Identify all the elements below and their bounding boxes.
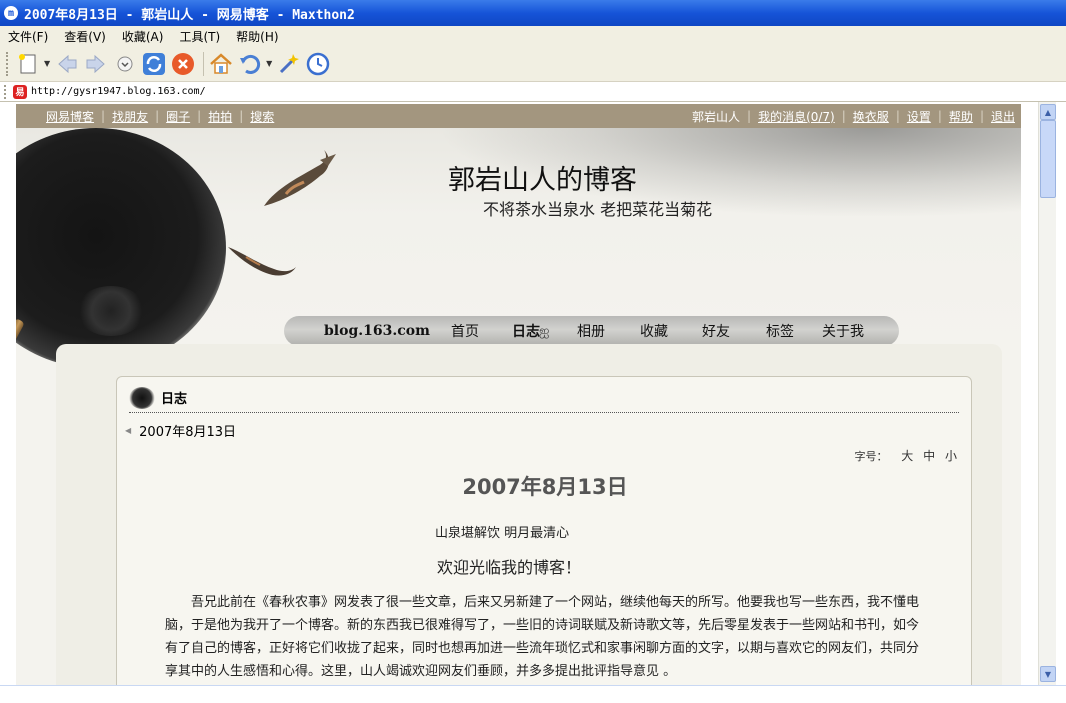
post-body: 吾兄此前在《春秋农事》网发表了很一些文章，后来又另新建了一个网站，继续他每天的所… <box>165 595 920 679</box>
forward-icon[interactable] <box>83 51 109 77</box>
topnav-messages[interactable]: 我的消息(0/7) <box>758 108 835 125</box>
menu-help[interactable]: 帮助(H) <box>236 28 278 45</box>
stop-icon[interactable] <box>170 51 196 77</box>
address-input[interactable]: http://gysr1947.blog.163.com/ <box>31 86 206 97</box>
ink-blot-icon <box>129 386 155 409</box>
ink-blot-small-decoration <box>76 286 146 336</box>
topnav-find-friends[interactable]: 找朋友 <box>112 108 148 125</box>
blog-subtitle: 不将茶水当泉水 老把菜花当菊花 <box>483 200 713 219</box>
menu-bar: 文件(F) 查看(V) 收藏(A) 工具(T) 帮助(H) <box>0 26 1066 46</box>
breadcrumb-date[interactable]: 2007年8月13日 <box>139 421 236 440</box>
font-size-medium[interactable]: 中 <box>923 449 935 463</box>
history-dropdown-icon[interactable] <box>112 51 138 77</box>
address-grip[interactable] <box>4 84 7 99</box>
post-subtitle: 山泉堪解饮 明月最清心 <box>435 526 570 541</box>
window-title: 2007年8月13日 - 郭岩山人 - 网易博客 - Maxthon2 <box>24 7 355 23</box>
post-welcome: 欢迎光临我的博客！ <box>437 558 582 577</box>
koi-fish-icon <box>264 150 336 206</box>
nav-home[interactable]: 首页 <box>451 321 479 341</box>
status-bar <box>0 685 1066 703</box>
site-favicon-icon: 易 <box>13 84 27 99</box>
nav-tags[interactable]: 标签 <box>766 321 794 341</box>
blog-post-card: 日志 ◀ 2007年8月13日 字号： 大 中 小 2007年8月13日 山泉堪… <box>116 376 972 687</box>
undo-icon[interactable] <box>237 51 263 77</box>
toolbar-grip[interactable] <box>6 51 9 76</box>
blog-title: 郭岩山人的博客 <box>448 165 637 196</box>
clock-icon[interactable] <box>305 51 331 77</box>
menu-tools[interactable]: 工具(T) <box>179 28 220 45</box>
back-icon[interactable] <box>54 51 80 77</box>
nav-friends[interactable]: 好友 <box>702 321 730 341</box>
triangle-left-icon: ◀ <box>125 426 132 435</box>
swirl-icon: ஐ <box>539 324 550 339</box>
font-size-label: 字号： <box>854 450 888 463</box>
toolbar-separator <box>203 51 205 76</box>
nav-blog[interactable]: 日志 <box>512 321 540 341</box>
undo-dropdown-icon[interactable]: ▼ <box>266 59 272 68</box>
koi-fish-small-icon <box>228 247 296 276</box>
window-titlebar: m 2007年8月13日 - 郭岩山人 - 网易博客 - Maxthon2 <box>0 0 1066 26</box>
topnav-search[interactable]: 搜索 <box>250 108 274 125</box>
blog-header: 郭岩山人的博客 不将茶水当泉水 老把菜花当菊花 blog.163.com 首页 … <box>16 128 1021 491</box>
topnav-settings[interactable]: 设置 <box>907 108 931 125</box>
site-topnav: 网易博客 | 找朋友 | 圈子 | 拍拍 | 搜索 郭岩山人 | 我的消息(0/7) | 换… <box>16 104 1021 128</box>
refresh-icon[interactable] <box>141 51 167 77</box>
browser-toolbar: ▼ ▼ <box>0 46 1066 82</box>
scroll-thumb[interactable] <box>1040 120 1056 198</box>
font-size-selector: 字号： 大 中 小 <box>854 447 957 464</box>
vertical-scrollbar[interactable]: ▲ ▼ <box>1038 102 1056 685</box>
maxthon-icon[interactable]: m <box>4 6 18 20</box>
font-size-large[interactable]: 大 <box>901 449 913 463</box>
magic-wand-icon[interactable] <box>276 51 302 77</box>
nav-favorites[interactable]: 收藏 <box>640 321 668 341</box>
home-icon[interactable] <box>208 51 234 77</box>
font-size-small[interactable]: 小 <box>945 449 957 463</box>
scroll-up-icon[interactable]: ▲ <box>1040 104 1056 120</box>
blog-page: 郭岩山人的博客 不将茶水当泉水 老把菜花当菊花 blog.163.com 首页 … <box>16 104 1021 687</box>
page-viewport: 郭岩山人的博客 不将茶水当泉水 老把菜花当菊花 blog.163.com 首页 … <box>0 102 1066 687</box>
topnav-change-skin[interactable]: 换衣服 <box>853 108 889 125</box>
nav-about[interactable]: 关于我 <box>822 321 864 341</box>
menu-favorites[interactable]: 收藏(A) <box>122 28 164 45</box>
topnav-logout[interactable]: 退出 <box>991 108 1015 125</box>
scroll-down-icon[interactable]: ▼ <box>1040 666 1056 682</box>
topnav-help[interactable]: 帮助 <box>949 108 973 125</box>
main-nav: blog.163.com 首页 日志 ஐ 相册 收藏 好友 标签 关于我 <box>284 316 899 346</box>
card-heading: 日志 <box>161 392 188 407</box>
card-header: 日志 <box>129 383 959 413</box>
nav-album[interactable]: 相册 <box>577 321 605 341</box>
topnav-paipai[interactable]: 拍拍 <box>208 108 232 125</box>
new-page-dropdown-icon[interactable]: ▼ <box>44 59 50 68</box>
topnav-netease-blog[interactable]: 网易博客 <box>46 108 94 125</box>
post-title: 2007年8月13日 <box>462 475 628 499</box>
menu-view[interactable]: 查看(V) <box>64 28 106 45</box>
new-page-icon[interactable] <box>15 51 41 77</box>
topnav-circles[interactable]: 圈子 <box>166 108 190 125</box>
topnav-username: 郭岩山人 <box>692 109 741 124</box>
menu-file[interactable]: 文件(F) <box>8 28 48 45</box>
post-breadcrumb[interactable]: ◀ 2007年8月13日 <box>125 421 236 440</box>
brand-logo[interactable]: blog.163.com <box>324 323 430 339</box>
address-bar: 易 http://gysr1947.blog.163.com/ <box>0 82 1066 102</box>
